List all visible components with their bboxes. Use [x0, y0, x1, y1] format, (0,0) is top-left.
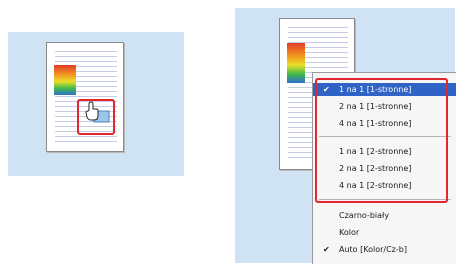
- menu-item-kolor[interactable]: Kolor: [313, 226, 456, 239]
- menu-item-czarno-bialy[interactable]: Czarno-biały: [313, 209, 456, 222]
- page-thumbnail[interactable]: [46, 42, 124, 152]
- menu-highlight-box: [315, 78, 448, 203]
- left-preview-panel: [8, 32, 184, 176]
- check-icon: ✔: [323, 245, 330, 254]
- menu-item-auto-kolor[interactable]: ✔ Auto [Kolor/Cz-b]: [313, 243, 456, 256]
- color-image-block: [287, 43, 305, 83]
- color-image-block: [54, 65, 76, 95]
- hand-pointer-icon: [85, 101, 110, 123]
